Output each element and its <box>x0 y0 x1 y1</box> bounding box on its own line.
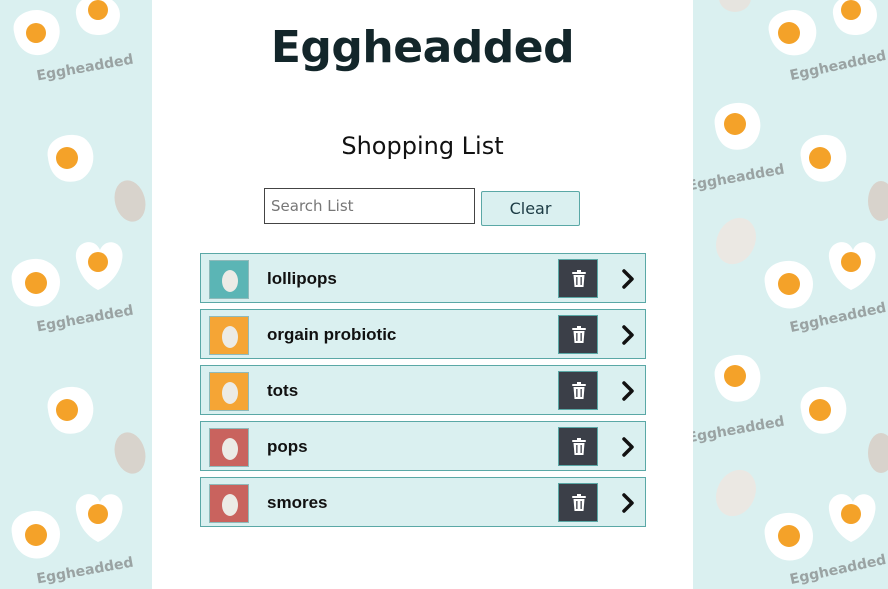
egg-shell-icon <box>114 180 146 222</box>
chevron-right-icon[interactable] <box>621 269 635 289</box>
fried-egg-icon <box>800 134 847 182</box>
item-color-swatch[interactable] <box>209 260 249 299</box>
delete-button[interactable] <box>558 371 598 410</box>
delete-button[interactable] <box>558 315 598 354</box>
egg-icon <box>222 326 238 348</box>
item-label: pops <box>267 437 308 456</box>
trash-icon <box>572 270 586 287</box>
list-item[interactable]: lollipops <box>200 253 646 303</box>
trash-icon <box>572 438 586 455</box>
fried-egg-icon <box>800 386 847 434</box>
egg-icon <box>222 438 238 460</box>
delete-button[interactable] <box>558 483 598 522</box>
egg-icon <box>222 494 238 516</box>
delete-button[interactable] <box>558 427 598 466</box>
main-panel: Eggheadded Shopping List Clear lollipops… <box>152 0 693 589</box>
fried-egg-icon <box>47 134 94 182</box>
page-title: Shopping List <box>341 132 504 160</box>
list-item[interactable]: orgain probiotic <box>200 309 646 359</box>
trash-icon <box>572 326 586 343</box>
fried-egg-icon <box>75 0 120 35</box>
fried-egg-icon <box>828 242 876 290</box>
egg-shell-icon <box>716 217 756 265</box>
egg-shell-icon <box>868 433 888 473</box>
egg-shell-icon <box>719 0 751 12</box>
trash-icon <box>572 382 586 399</box>
fried-egg-icon <box>828 494 876 542</box>
list-item[interactable]: smores <box>200 477 646 527</box>
clear-button[interactable]: Clear <box>481 191 580 226</box>
fried-egg-icon <box>13 10 60 56</box>
egg-icon <box>222 382 238 404</box>
item-label: smores <box>267 493 328 512</box>
fried-egg-icon <box>11 510 60 559</box>
item-label: lollipops <box>267 269 337 288</box>
fried-egg-icon <box>11 258 60 307</box>
item-color-swatch[interactable] <box>209 428 249 467</box>
fried-egg-icon <box>714 354 761 402</box>
list-item[interactable]: tots <box>200 365 646 415</box>
background-pattern-right: Eggheadded Eggheadded Eggheadded Egghead… <box>693 0 888 589</box>
fried-egg-icon <box>75 242 123 290</box>
egg-shell-icon <box>868 181 888 221</box>
watermark-text: Eggheadded <box>693 161 786 195</box>
chevron-right-icon[interactable] <box>621 325 635 345</box>
chevron-right-icon[interactable] <box>621 381 635 401</box>
chevron-right-icon[interactable] <box>621 437 635 457</box>
list-item[interactable]: pops <box>200 421 646 471</box>
fried-egg-icon <box>764 512 813 561</box>
item-color-swatch[interactable] <box>209 316 249 355</box>
background-pattern-left: Eggheadded Eggheadded Eggheadded <box>0 0 152 589</box>
egg-icon <box>222 270 238 292</box>
fried-egg-icon <box>768 10 817 56</box>
fried-egg-icon <box>764 260 813 309</box>
fried-egg-icon <box>75 494 123 542</box>
item-color-swatch[interactable] <box>209 372 249 411</box>
fried-egg-icon <box>47 386 94 434</box>
item-color-swatch[interactable] <box>209 484 249 523</box>
egg-shell-icon <box>114 432 146 474</box>
item-label: orgain probiotic <box>267 325 397 344</box>
watermark-text: Eggheadded <box>693 413 786 447</box>
fried-egg-icon <box>832 0 877 35</box>
egg-shell-icon <box>716 469 756 517</box>
delete-button[interactable] <box>558 259 598 298</box>
shopping-list: lollipops orgain probiotic tots pops smores <box>200 253 646 533</box>
fried-egg-icon <box>714 102 761 150</box>
item-label: tots <box>267 381 299 400</box>
trash-icon <box>572 494 586 511</box>
chevron-right-icon[interactable] <box>621 493 635 513</box>
search-input[interactable] <box>264 188 475 224</box>
app-logo-title: Eggheadded <box>270 22 575 73</box>
